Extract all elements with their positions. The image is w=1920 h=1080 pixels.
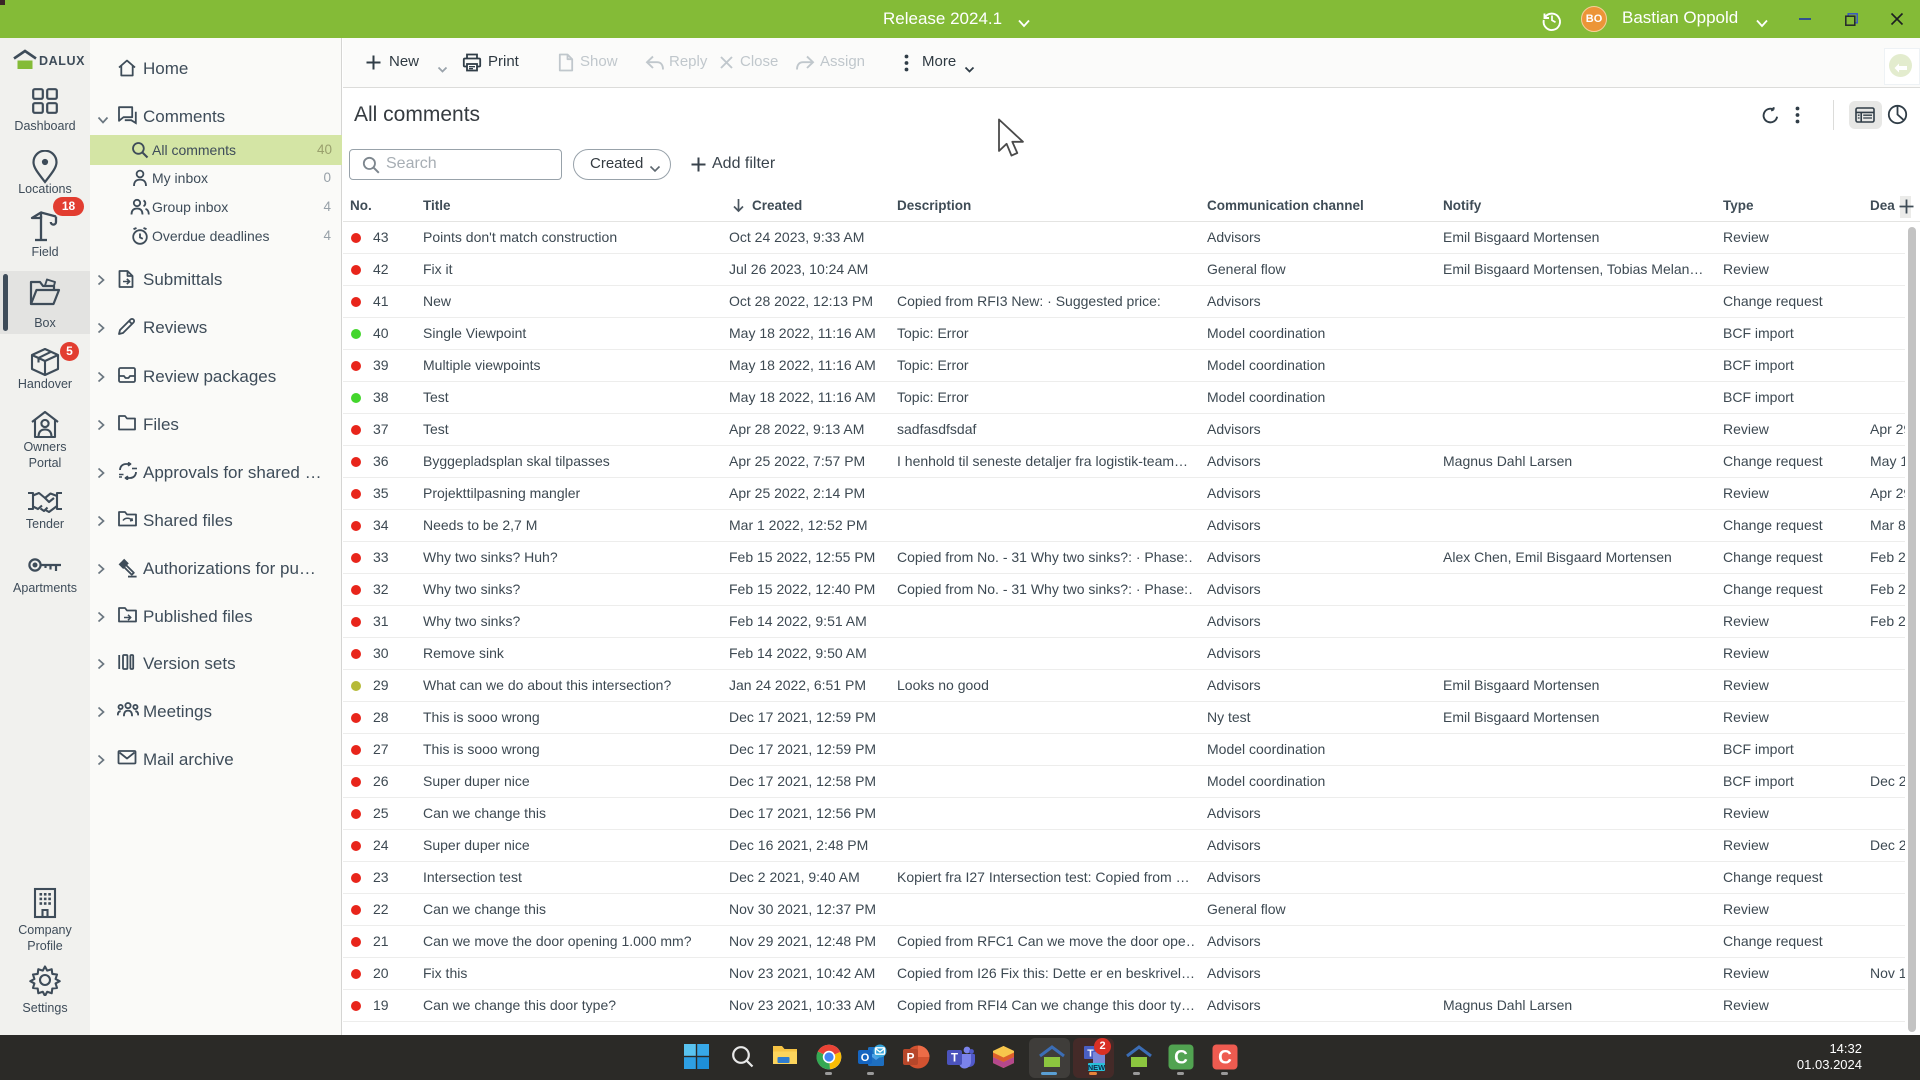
svg-text:NEW: NEW: [1088, 1063, 1106, 1071]
svg-text:C: C: [1174, 1048, 1188, 1069]
svg-text:T: T: [1087, 1048, 1094, 1060]
svg-text:C: C: [1218, 1048, 1232, 1069]
svg-text:P: P: [906, 1051, 914, 1065]
svg-text:T: T: [951, 1053, 958, 1065]
svg-text:O: O: [861, 1052, 870, 1064]
